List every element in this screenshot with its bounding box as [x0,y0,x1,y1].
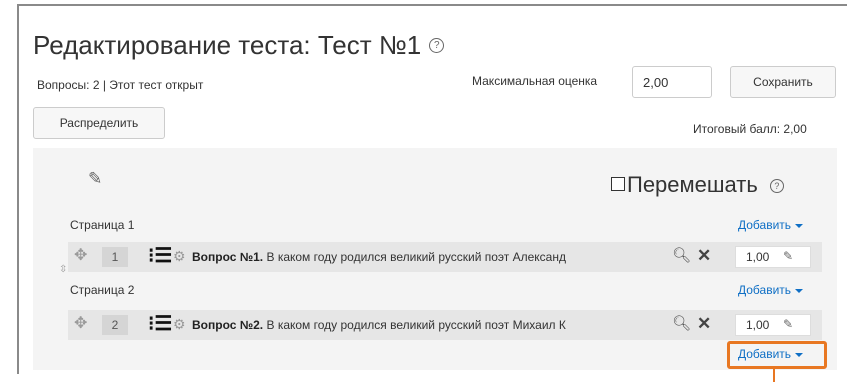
page-title: Редактирование теста: Тест №1? [33,30,445,61]
repaginate-button[interactable]: Распределить [33,107,165,139]
question-number: 1 [102,247,128,267]
shuffle-toggle[interactable]: Перемешать? [611,172,784,198]
mark-value: 1,00 [746,318,770,332]
max-grade-input[interactable] [632,66,712,98]
page-1-label: Страница 1 [70,218,135,232]
gear-icon: ⚙ [173,316,186,332]
search-icon[interactable]: 🔍︎ [672,315,691,333]
move-icon[interactable]: ✥ [74,248,87,264]
page-2-label: Страница 2 [70,283,135,297]
search-icon[interactable]: 🔍︎ [672,247,691,265]
question-info: Вопросы: 2 | Этот тест открыт [37,78,204,92]
highlight-pointer [773,369,775,382]
total-marks: Итоговый балл: 2,00 [693,122,807,136]
save-button[interactable]: Сохранить [730,66,836,98]
add-label: Добавить [738,218,792,232]
question-row: ✥ 1 ⁝☰ ⚙ Вопрос №1. В каком году родился… [68,242,822,272]
mark-value: 1,00 [746,250,770,264]
question-text[interactable]: Вопрос №2. В каком году родился великий … [192,318,658,332]
help-icon[interactable]: ? [769,179,784,194]
add-label: Добавить [738,283,792,297]
add-menu-page-2[interactable]: Добавить [738,283,804,297]
list-icon: ⁝☰ [148,313,173,335]
shuffle-checkbox[interactable] [611,177,625,192]
question-number: 2 [102,315,128,335]
mark-field[interactable]: 1,00 ✎ [735,314,811,336]
move-icon[interactable]: ✥ [74,316,87,332]
question-row: ✥ 2 ⁝☰ ⚙ Вопрос №2. В каком году родился… [68,310,822,340]
mark-field[interactable]: 1,00 ✎ [735,246,811,268]
help-icon[interactable]: ? [429,37,445,53]
pencil-icon[interactable]: ✎ [88,169,102,189]
pencil-icon[interactable]: ✎ [783,249,793,263]
highlight-box [727,341,827,369]
add-menu-page-1[interactable]: Добавить [738,218,804,232]
caret-down-icon [795,223,804,228]
max-grade-label: Максимальная оценка [472,74,598,88]
question-text[interactable]: Вопрос №1. В каком году родился великий … [192,250,658,264]
delete-icon[interactable]: ✕ [697,246,711,266]
gear-icon: ⚙ [173,248,186,264]
pencil-icon[interactable]: ✎ [783,317,793,331]
list-icon: ⁝☰ [148,245,173,267]
caret-down-icon [795,288,804,293]
page-break-icon[interactable]: ⇳ [59,264,67,275]
delete-icon[interactable]: ✕ [697,314,711,334]
shuffle-label: Перемешать [627,172,758,197]
